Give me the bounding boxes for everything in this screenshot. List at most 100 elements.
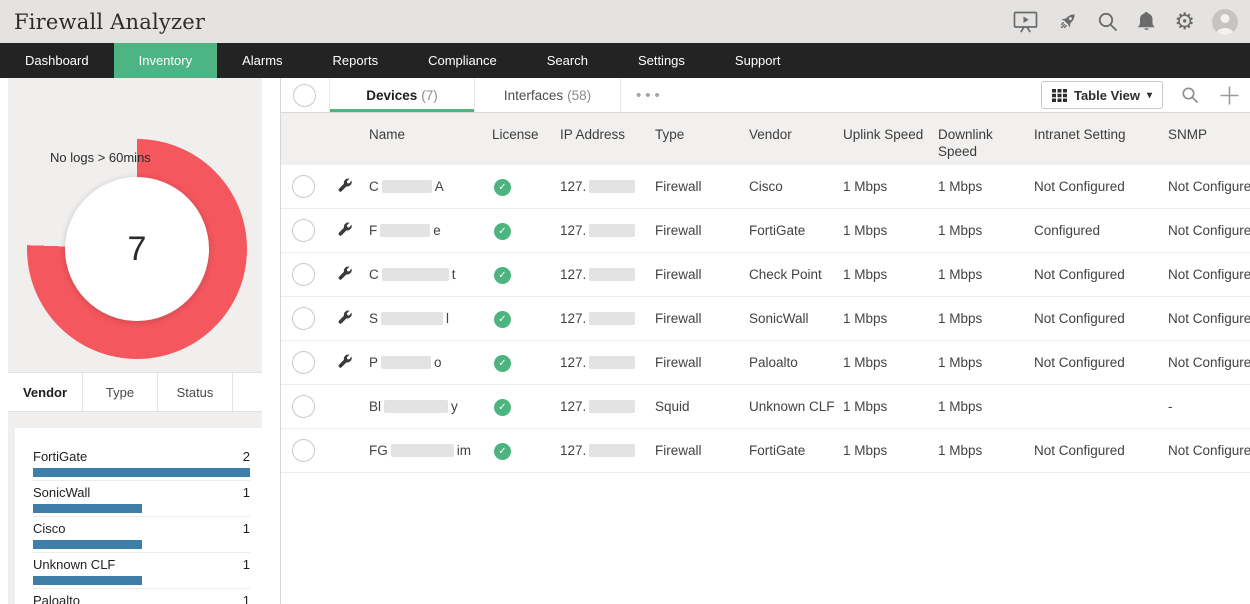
sidebar-tab-status[interactable]: Status (158, 373, 233, 411)
donut-value: 7 (128, 230, 147, 269)
vendor-cell: Unknown CLF (745, 399, 839, 414)
type-cell: Firewall (651, 355, 745, 370)
vendor-bar (33, 540, 142, 549)
nav-item-dashboard[interactable]: Dashboard (0, 43, 114, 78)
row-select-radio[interactable] (292, 175, 315, 198)
redacted-text (589, 444, 635, 457)
search-icon[interactable] (1096, 10, 1119, 33)
type-cell: Firewall (651, 179, 745, 194)
main-content: Devices (7) Interfaces (58) ••• Table Vi… (281, 78, 1250, 604)
row-select-radio[interactable] (292, 351, 315, 374)
downlink-speed-cell: 1 Mbps (934, 355, 1030, 370)
table-header: Name License IP Address Type Vendor Upli… (281, 113, 1250, 165)
col-snmp[interactable]: SNMP (1164, 113, 1250, 165)
header-icon-group: ⚙ (1013, 9, 1238, 35)
license-cell: ✓ (488, 354, 556, 372)
redacted-text (380, 224, 430, 237)
vendor-row-sonicwall[interactable]: SonicWall1 (33, 481, 250, 517)
downlink-speed-cell: 1 Mbps (934, 399, 1030, 414)
device-name-cell: Fe (365, 223, 488, 238)
downlink-speed-cell: 1 Mbps (934, 311, 1030, 326)
tab-interfaces[interactable]: Interfaces (58) (474, 78, 621, 112)
sidebar-tab-type[interactable]: Type (83, 373, 158, 411)
row-select-cell (281, 351, 325, 374)
nav-item-search[interactable]: Search (522, 43, 613, 78)
table-row: Bly✓127.SquidUnknown CLF1 Mbps1 Mbps- (281, 385, 1250, 429)
vendor-bar-list: FortiGate2SonicWall1Cisco1Unknown CLF1Pa… (15, 428, 262, 604)
nav-item-settings[interactable]: Settings (613, 43, 710, 78)
type-cell: Firewall (651, 311, 745, 326)
vendor-row-unknown-clf[interactable]: Unknown CLF1 (33, 553, 250, 589)
vendor-bar (33, 504, 142, 513)
ip-address-cell: 127. (556, 179, 651, 194)
row-select-radio[interactable] (292, 395, 315, 418)
nav-item-compliance[interactable]: Compliance (403, 43, 522, 78)
col-vendor[interactable]: Vendor (745, 113, 839, 165)
inventory-tabs: Devices (7) Interfaces (58) (329, 78, 621, 112)
redacted-text (589, 180, 635, 193)
wrench-icon[interactable] (338, 310, 352, 327)
wrench-icon[interactable] (338, 354, 352, 371)
row-actions-cell (325, 222, 365, 239)
no-logs-donut-chart: No logs > 60mins 7 (8, 78, 262, 373)
add-device-plus-icon[interactable] (1219, 85, 1240, 106)
downlink-speed-cell: 1 Mbps (934, 223, 1030, 238)
user-avatar[interactable] (1212, 9, 1238, 35)
table-row: FGim✓127.FirewallFortiGate1 Mbps1 MbpsNo… (281, 429, 1250, 473)
nav-item-reports[interactable]: Reports (308, 43, 404, 78)
col-license[interactable]: License (488, 113, 556, 165)
type-cell: Firewall (651, 223, 745, 238)
license-cell: ✓ (488, 442, 556, 460)
col-uplink-speed[interactable]: Uplink Speed (839, 113, 934, 165)
table-view-button[interactable]: Table View ▾ (1041, 81, 1163, 109)
row-select-radio[interactable] (292, 307, 315, 330)
sidebar-tabs: Vendor Type Status (8, 373, 262, 412)
row-select-radio[interactable] (292, 263, 315, 286)
uplink-speed-cell: 1 Mbps (839, 223, 934, 238)
license-valid-icon: ✓ (494, 267, 511, 284)
vendor-cell: FortiGate (745, 443, 839, 458)
snmp-cell: Not Configured (1164, 179, 1250, 194)
sidebar-right-strip (262, 78, 280, 604)
col-downlink-speed[interactable]: Downlink Speed (934, 113, 1030, 165)
settings-gear-icon[interactable]: ⚙ (1174, 10, 1195, 33)
redacted-text (589, 400, 635, 413)
intranet-setting-cell: Configured (1030, 223, 1164, 238)
license-valid-icon: ✓ (494, 399, 511, 416)
rocket-icon[interactable] (1055, 10, 1079, 34)
row-select-radio[interactable] (292, 219, 315, 242)
vendor-cell: SonicWall (745, 311, 839, 326)
select-all-radio[interactable] (293, 84, 316, 107)
more-tabs-ellipsis-icon[interactable]: ••• (636, 87, 664, 104)
table-row: Fe✓127.FirewallFortiGate1 Mbps1 MbpsConf… (281, 209, 1250, 253)
table-search-icon[interactable] (1181, 86, 1199, 104)
nav-item-inventory[interactable]: Inventory (114, 43, 217, 78)
wrench-icon[interactable] (338, 178, 352, 195)
col-intranet-setting[interactable]: Intranet Setting (1030, 113, 1164, 165)
wrench-icon[interactable] (338, 266, 352, 283)
chevron-down-icon: ▾ (1147, 90, 1152, 101)
tab-devices[interactable]: Devices (7) (329, 78, 474, 112)
row-select-radio[interactable] (292, 439, 315, 462)
redacted-text (589, 312, 635, 325)
nav-item-alarms[interactable]: Alarms (217, 43, 307, 78)
notification-bell-icon[interactable] (1136, 10, 1157, 33)
vendor-row-paloalto[interactable]: Paloalto1 (33, 589, 250, 604)
col-type[interactable]: Type (651, 113, 745, 165)
wrench-icon[interactable] (338, 222, 352, 239)
vendor-row-fortigate[interactable]: FortiGate2 (33, 445, 250, 481)
app-title: Firewall Analyzer (14, 10, 205, 34)
device-name-cell: Bly (365, 399, 488, 414)
col-name[interactable]: Name (365, 113, 488, 165)
device-name-cell: CA (365, 179, 488, 194)
main-nav: DashboardInventoryAlarmsReportsComplianc… (0, 43, 1250, 78)
row-select-cell (281, 307, 325, 330)
vendor-row-cisco[interactable]: Cisco1 (33, 517, 250, 553)
license-valid-icon: ✓ (494, 443, 511, 460)
col-ip-address[interactable]: IP Address (556, 113, 651, 165)
sidebar-tab-vendor[interactable]: Vendor (8, 373, 83, 411)
license-valid-icon: ✓ (494, 223, 511, 240)
sidebar-left-strip (0, 78, 8, 604)
presentation-player-icon[interactable] (1013, 10, 1038, 33)
nav-item-support[interactable]: Support (710, 43, 806, 78)
